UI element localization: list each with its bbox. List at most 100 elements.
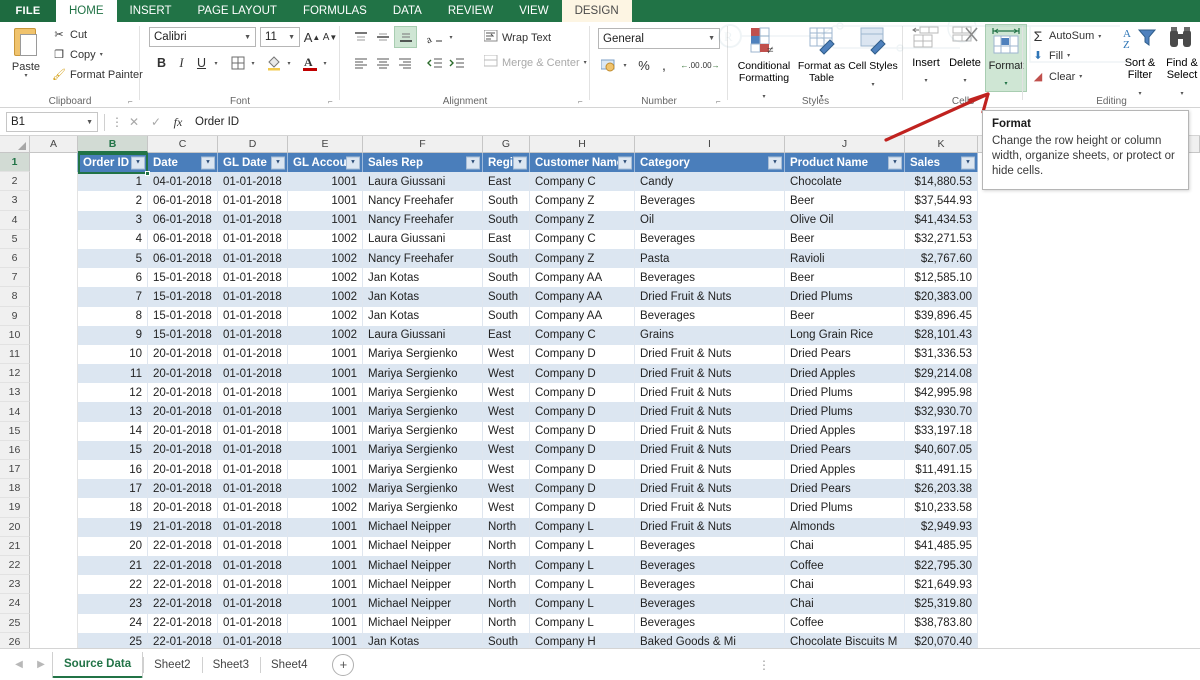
table-cell[interactable]: $33,197.18	[905, 421, 978, 441]
table-cell[interactable]: Dried Fruit & Nuts	[635, 364, 785, 384]
column-header-E[interactable]: E	[288, 136, 363, 153]
column-header-G[interactable]: G	[483, 136, 530, 153]
table-cell[interactable]: 8	[78, 306, 148, 326]
sheet-tab-sheet4[interactable]: Sheet4	[260, 653, 318, 677]
table-cell[interactable]: Coffee	[785, 555, 905, 576]
table-cell[interactable]: West	[483, 364, 530, 384]
table-cell[interactable]: Laura Giussani	[363, 172, 483, 192]
table-cell[interactable]: Chai	[785, 536, 905, 556]
table-cell[interactable]: 01-01-2018	[218, 383, 288, 403]
increase-indent-button[interactable]	[446, 53, 468, 73]
table-cell[interactable]: 20-01-2018	[148, 440, 218, 460]
table-header-cell[interactable]: Category ▼	[635, 153, 785, 173]
chevron-down-icon[interactable]: ▼	[240, 34, 251, 41]
table-cell[interactable]: 01-01-2018	[218, 555, 288, 576]
insert-cells-button[interactable]: Insert ▾	[907, 26, 945, 87]
table-cell[interactable]: 06-01-2018	[148, 191, 218, 211]
cell-A25[interactable]	[30, 613, 78, 633]
table-cell[interactable]: 22-01-2018	[148, 536, 218, 556]
table-cell[interactable]: South	[483, 248, 530, 269]
cell-A21[interactable]	[30, 536, 78, 556]
table-cell[interactable]: Oil	[635, 210, 785, 230]
filter-dropdown-icon[interactable]: ▼	[888, 156, 902, 170]
fill-dropdown-arrow[interactable]: ▾	[1067, 52, 1070, 59]
table-cell[interactable]: South	[483, 191, 530, 211]
cell-A6[interactable]	[30, 248, 78, 269]
table-cell[interactable]: Company L	[530, 594, 635, 614]
cell-A19[interactable]	[30, 498, 78, 518]
table-cell[interactable]: 17	[78, 479, 148, 499]
percent-style-button[interactable]: %	[634, 55, 654, 75]
row-header-1[interactable]: 1	[0, 153, 30, 173]
fill-button[interactable]: ⬇ Fill ▾	[1031, 49, 1070, 63]
table-cell[interactable]: Company D	[530, 402, 635, 422]
table-cell[interactable]: Dried Plums	[785, 383, 905, 403]
font-name-input[interactable]: Calibri ▼	[149, 27, 256, 47]
table-cell[interactable]: Company D	[530, 344, 635, 365]
table-cell[interactable]: 01-01-2018	[218, 402, 288, 422]
table-cell[interactable]: Long Grain Rice	[785, 325, 905, 345]
table-cell[interactable]: 1001	[288, 191, 363, 211]
table-cell[interactable]: Beverages	[635, 536, 785, 556]
cell-A20[interactable]	[30, 517, 78, 537]
table-cell[interactable]: 01-01-2018	[218, 191, 288, 211]
table-cell[interactable]: 1001	[288, 172, 363, 192]
row-header-6[interactable]: 6	[0, 248, 30, 269]
table-cell[interactable]: Company L	[530, 536, 635, 556]
table-cell[interactable]: South	[483, 306, 530, 326]
row-header-11[interactable]: 11	[0, 344, 30, 365]
table-cell[interactable]: Nancy Freehafer	[363, 210, 483, 230]
table-cell[interactable]: Dried Plums	[785, 402, 905, 422]
table-cell[interactable]: 1001	[288, 421, 363, 441]
row-header-19[interactable]: 19	[0, 498, 30, 518]
table-cell[interactable]: 01-01-2018	[218, 594, 288, 614]
table-cell[interactable]: 23	[78, 594, 148, 614]
table-cell[interactable]: Chai	[785, 575, 905, 595]
table-cell[interactable]: Grains	[635, 325, 785, 345]
table-cell[interactable]: Dried Fruit & Nuts	[635, 402, 785, 422]
table-cell[interactable]: 01-01-2018	[218, 210, 288, 230]
table-cell[interactable]: Michael Neipper	[363, 517, 483, 537]
tab-design[interactable]: DESIGN	[561, 0, 632, 22]
cell-A8[interactable]	[30, 287, 78, 307]
sheet-split-handle[interactable]: ⋮	[758, 658, 770, 672]
format-cells-button[interactable]: Format ▾	[985, 24, 1027, 92]
table-cell[interactable]: $25,319.80	[905, 594, 978, 614]
cell-styles-button[interactable]: Cell Styles ▾	[848, 26, 898, 91]
table-cell[interactable]: Dried Fruit & Nuts	[635, 479, 785, 499]
table-cell[interactable]: 1001	[288, 364, 363, 384]
table-cell[interactable]: 1002	[288, 479, 363, 499]
table-cell[interactable]: Company C	[530, 172, 635, 192]
cell-A24[interactable]	[30, 594, 78, 614]
borders-button[interactable]	[228, 53, 248, 73]
table-cell[interactable]: Beverages	[635, 575, 785, 595]
copy-dropdown-arrow[interactable]: ▾	[100, 51, 103, 58]
table-cell[interactable]: 01-01-2018	[218, 268, 288, 288]
row-header-25[interactable]: 25	[0, 613, 30, 633]
fill-color-dropdown-arrow[interactable]: ▾	[284, 53, 294, 73]
table-cell[interactable]: 22-01-2018	[148, 555, 218, 576]
row-header-14[interactable]: 14	[0, 402, 30, 422]
table-cell[interactable]: 01-01-2018	[218, 344, 288, 365]
delete-dropdown-arrow[interactable]: ▾	[963, 78, 966, 84]
table-cell[interactable]: 16	[78, 460, 148, 480]
wrap-text-button[interactable]: Wrap Text	[483, 29, 551, 45]
table-cell[interactable]: 1001	[288, 440, 363, 460]
table-cell[interactable]: West	[483, 344, 530, 365]
table-cell[interactable]: 01-01-2018	[218, 498, 288, 518]
grow-font-button[interactable]: A ▲	[303, 27, 321, 47]
table-cell[interactable]: $40,607.05	[905, 440, 978, 460]
cell-A2[interactable]	[30, 172, 78, 192]
table-cell[interactable]: 15-01-2018	[148, 287, 218, 307]
chevron-down-icon[interactable]: ▼	[284, 34, 295, 41]
cell-A23[interactable]	[30, 575, 78, 595]
table-cell[interactable]: 1	[78, 172, 148, 192]
clipboard-dialog-launcher[interactable]: ⌐	[128, 97, 137, 106]
filter-dropdown-icon[interactable]: ▼	[201, 156, 215, 170]
table-cell[interactable]: 20-01-2018	[148, 421, 218, 441]
table-cell[interactable]: West	[483, 383, 530, 403]
row-header-4[interactable]: 4	[0, 210, 30, 230]
table-cell[interactable]: Almonds	[785, 517, 905, 537]
conditional-formatting-button[interactable]: ≠ Conditional Formatting ▾	[733, 26, 795, 103]
table-cell[interactable]: 1001	[288, 383, 363, 403]
